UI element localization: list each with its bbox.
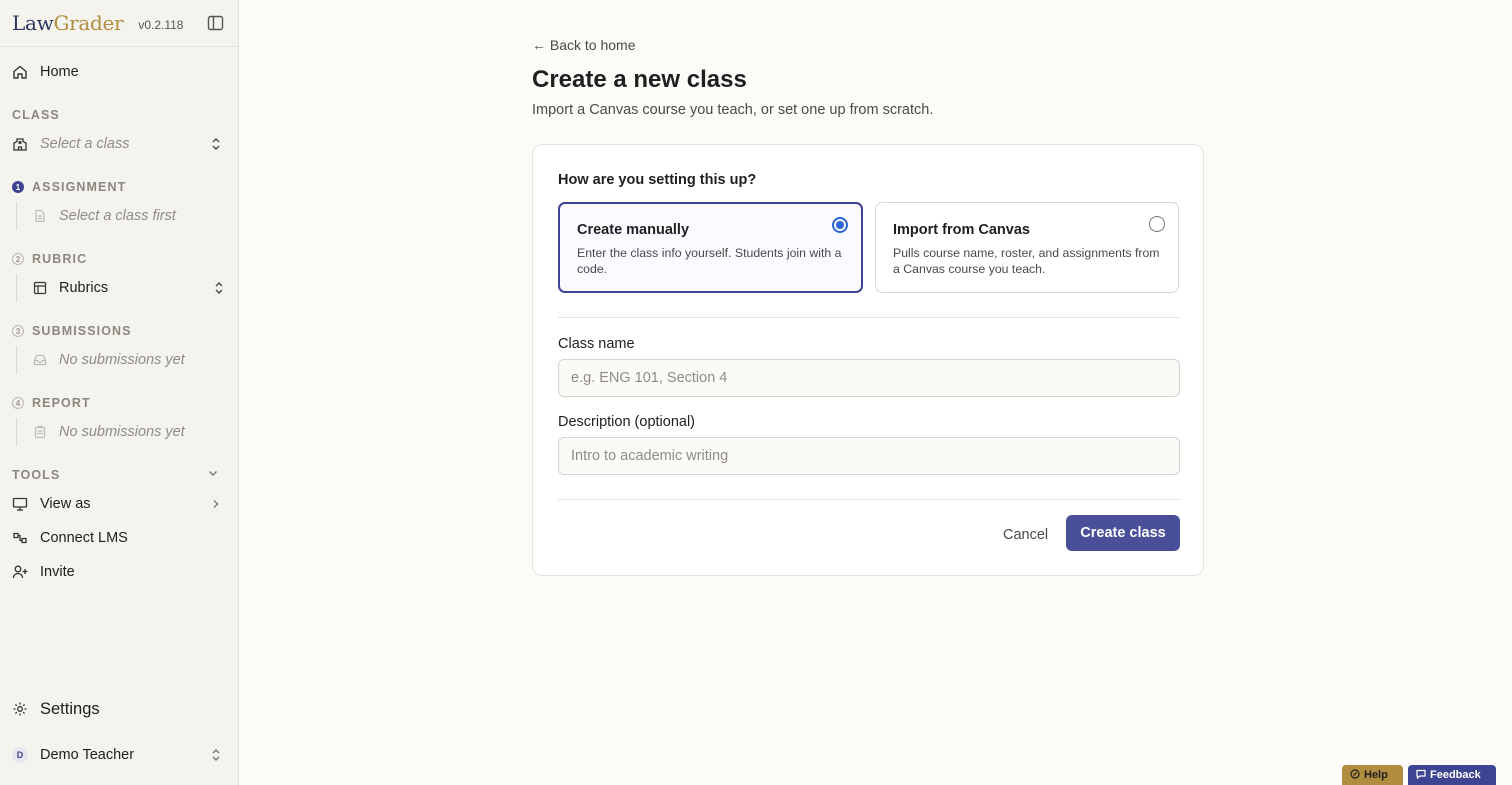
sidebar-item-connect-lms[interactable]: Connect LMS: [0, 524, 239, 552]
step-number-badge: 3: [12, 325, 24, 337]
sidebar-item-label: Connect LMS: [40, 530, 128, 546]
setup-question: How are you setting this up?: [558, 172, 757, 188]
radio-import-canvas[interactable]: [1149, 216, 1165, 232]
description-label: Description (optional): [558, 414, 696, 430]
gear-icon: [12, 701, 28, 717]
report-item: No submissions yet: [16, 418, 226, 446]
sidebar-item-invite[interactable]: Invite: [0, 558, 239, 586]
divider: [558, 499, 1180, 500]
presentation-icon: [12, 496, 28, 512]
option-title: Create manually: [577, 222, 690, 238]
sidebar-toggle-icon[interactable]: [207, 15, 224, 31]
submissions-item: No submissions yet: [16, 346, 226, 374]
sidebar-item-home[interactable]: Home: [0, 58, 239, 86]
option-create-manually[interactable]: Create manually Enter the class info you…: [558, 202, 863, 293]
assignment-select[interactable]: Select a class first: [16, 202, 226, 230]
section-label-report: 4 REPORT: [12, 396, 91, 410]
option-import-canvas[interactable]: Import from Canvas Pulls course name, ro…: [875, 202, 1179, 293]
cancel-button[interactable]: Cancel: [1003, 517, 1048, 552]
step-number-badge: 4: [12, 397, 24, 409]
sidebar-item-view-as[interactable]: View as: [0, 490, 239, 518]
user-name: Demo Teacher: [40, 747, 135, 763]
back-to-home-link[interactable]: ← Back to home: [532, 37, 636, 53]
chevron-down-icon: [207, 467, 219, 482]
option-title: Import from Canvas: [893, 222, 1030, 238]
sidebar-item-label: Settings: [40, 699, 100, 718]
option-description: Pulls course name, roster, and assignmen…: [893, 246, 1160, 276]
create-class-button[interactable]: Create class: [1066, 515, 1180, 551]
option-description: Enter the class info yourself. Students …: [577, 246, 842, 276]
submissions-placeholder: No submissions yet: [59, 352, 185, 368]
section-label-class: CLASS: [12, 108, 60, 122]
section-label-submissions: 3 SUBMISSIONS: [12, 324, 132, 338]
page-subtitle: Import a Canvas course you teach, or set…: [532, 102, 934, 118]
user-menu[interactable]: D Demo Teacher: [0, 741, 239, 769]
sidebar-item-label: Home: [40, 64, 79, 80]
chevron-updown-icon: [211, 137, 221, 151]
section-label-text: RUBRIC: [32, 252, 88, 266]
inbox-icon: [33, 353, 47, 367]
section-label-text: ASSIGNMENT: [32, 180, 127, 194]
chevron-updown-icon: [214, 281, 224, 295]
logo-part-law: Law: [12, 11, 54, 35]
app-logo[interactable]: LawGrader: [12, 11, 124, 35]
plug-icon: [12, 530, 28, 546]
sidebar-item-settings[interactable]: Settings: [0, 695, 239, 723]
rubric-select[interactable]: Rubrics: [16, 274, 226, 302]
clipboard-icon: [33, 425, 47, 439]
rubric-label: Rubrics: [59, 280, 109, 296]
section-label-text: TOOLS: [12, 468, 61, 482]
home-icon: [12, 64, 28, 80]
chat-bubble-icon: [1416, 769, 1426, 782]
radio-create-manually[interactable]: [832, 217, 848, 233]
school-icon: [12, 136, 28, 152]
sidebar-item-label: View as: [40, 496, 91, 512]
description-input[interactable]: [558, 437, 1180, 475]
help-button[interactable]: Help: [1342, 765, 1403, 785]
help-label: Help: [1364, 769, 1388, 781]
section-label-text: REPORT: [32, 396, 91, 410]
document-icon: [33, 209, 47, 223]
class-select-placeholder: Select a class: [40, 136, 130, 152]
assignment-placeholder: Select a class first: [59, 208, 176, 224]
section-label-tools[interactable]: TOOLS: [12, 468, 225, 482]
table-icon: [33, 281, 47, 295]
class-name-label: Class name: [558, 336, 635, 352]
class-name-input[interactable]: [558, 359, 1180, 397]
section-label-rubric: 2 RUBRIC: [12, 252, 87, 266]
chevron-right-icon: [211, 497, 221, 511]
user-plus-icon: [12, 564, 28, 580]
create-class-card: How are you setting this up? Create manu…: [532, 144, 1204, 576]
app-version: v0.2.118: [138, 17, 184, 32]
step-number-badge: 1: [12, 181, 24, 193]
feedback-button[interactable]: Feedback: [1408, 765, 1496, 785]
class-select[interactable]: Select a class: [0, 130, 239, 158]
sidebar-item-label: Invite: [40, 564, 75, 580]
feedback-label: Feedback: [1430, 769, 1481, 781]
brand-row: LawGrader v0.2.118: [0, 0, 238, 47]
logo-part-grader: Grader: [53, 11, 124, 35]
avatar: D: [12, 747, 28, 763]
sidebar: LawGrader v0.2.118 Home CLASS Select a c…: [0, 0, 239, 785]
help-circle-icon: [1350, 768, 1360, 782]
divider: [558, 317, 1180, 318]
chevron-updown-icon: [211, 748, 221, 762]
page-title: Create a new class: [532, 66, 747, 93]
section-label-assignment: 1 ASSIGNMENT: [12, 180, 126, 194]
section-label-text: SUBMISSIONS: [32, 324, 132, 338]
step-number-badge: 2: [12, 253, 24, 265]
report-placeholder: No submissions yet: [59, 424, 185, 440]
